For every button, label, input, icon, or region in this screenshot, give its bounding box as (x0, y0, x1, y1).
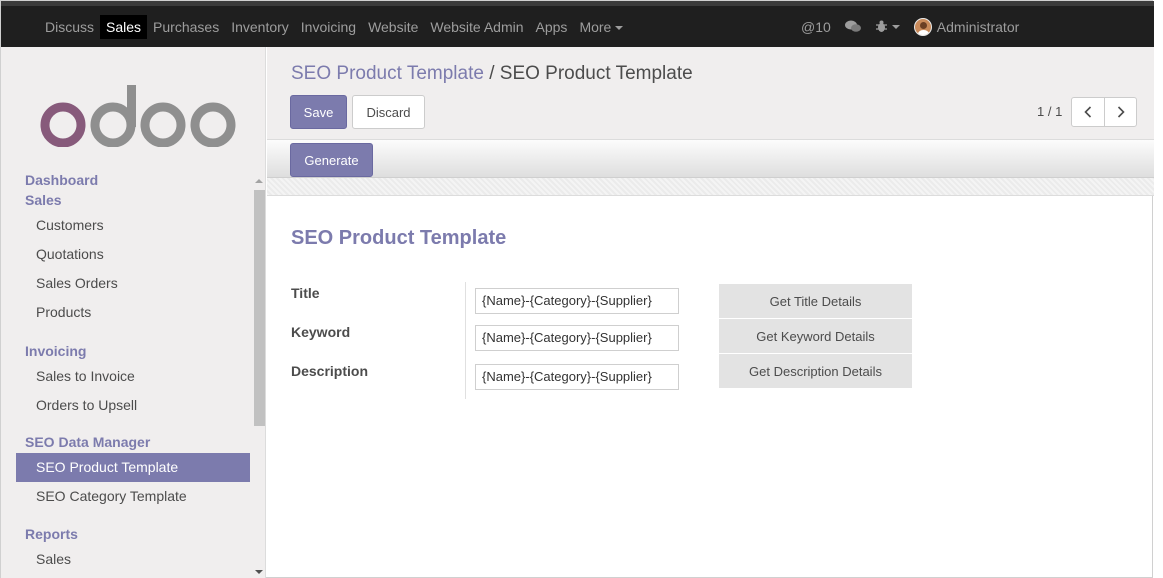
sidebar-scrollbar[interactable] (252, 174, 265, 578)
app-window: Discuss Sales Purchases Inventory Invoic… (0, 0, 1154, 578)
breadcrumb-current: SEO Product Template (499, 63, 693, 84)
keyword-label: Keyword (291, 324, 351, 340)
sidebar-head-reports[interactable]: Reports (1, 526, 251, 542)
generate-button[interactable]: Generate (290, 143, 373, 177)
get-keyword-details-button[interactable]: Get Keyword Details (719, 319, 912, 353)
sheet-background (267, 178, 1154, 196)
keyword-field[interactable]: {Name}-{Category}-{Supplier} (475, 325, 679, 351)
menu-inventory[interactable]: Inventory (225, 15, 295, 39)
chevron-down-icon (615, 25, 624, 30)
chevron-left-icon (1084, 106, 1092, 118)
sidebar-head-sales[interactable]: Sales (1, 192, 251, 208)
sidebar-head-invoicing[interactable]: Invoicing (1, 343, 251, 359)
chevron-down-icon (891, 24, 900, 29)
sidebar-item-seo-product-template[interactable]: SEO Product Template (16, 453, 250, 482)
sidebar-item-orders-to-upsell[interactable]: Orders to Upsell (1, 391, 251, 420)
pager-next-button[interactable] (1104, 98, 1136, 126)
debug-bug-icon[interactable] (875, 20, 900, 33)
sidebar-item-seo-category-template[interactable]: SEO Category Template (1, 482, 251, 511)
get-title-details-button[interactable]: Get Title Details (719, 284, 912, 318)
menu-more-label: More (579, 18, 612, 35)
form-title: SEO Product Template (291, 227, 507, 249)
description-label: Description (291, 363, 369, 379)
menu-website-admin[interactable]: Website Admin (424, 15, 529, 39)
user-menu[interactable]: Administrator (913, 17, 1020, 36)
menu-group-sales: Sales Customers Quotations Sales Orders … (1, 192, 251, 327)
menu-purchases[interactable]: Purchases (147, 15, 225, 39)
menu-apps[interactable]: Apps (530, 15, 574, 39)
menu-discuss[interactable]: Discuss (39, 15, 100, 39)
form-separator (465, 282, 466, 399)
description-field[interactable]: {Name}-{Category}-{Supplier} (475, 364, 679, 390)
menu-invoicing[interactable]: Invoicing (295, 15, 362, 39)
sidebar-item-quotations[interactable]: Quotations (1, 240, 251, 269)
user-name: Administrator (936, 18, 1020, 35)
notifications-counter[interactable]: @10 (801, 19, 831, 35)
menu-group-invoicing: Invoicing Sales to Invoice Orders to Ups… (1, 343, 251, 420)
scroll-down-icon[interactable] (255, 570, 263, 574)
pager-value: 1 / 1 (1037, 104, 1063, 119)
menu-more[interactable]: More (573, 15, 629, 39)
scroll-up-icon[interactable] (255, 179, 263, 183)
sidebar-item-sales-orders[interactable]: Sales Orders (1, 269, 251, 298)
menu-group-reports: Reports Sales (1, 526, 251, 574)
title-label: Title (291, 285, 320, 301)
app-menu: Discuss Sales Purchases Inventory Invoic… (1, 6, 629, 47)
save-button[interactable]: Save (290, 95, 347, 129)
sidebar-item-customers[interactable]: Customers (1, 211, 251, 240)
discard-button[interactable]: Discard (352, 95, 425, 129)
scrollbar-thumb[interactable] (254, 190, 265, 426)
title-field[interactable]: {Name}-{Category}-{Supplier} (475, 288, 679, 314)
sidebar-item-reports-sales[interactable]: Sales (1, 545, 251, 574)
sidebar: Dashboard Sales Customers Quotations Sal… (1, 47, 266, 578)
sidebar-head-seo-data-manager[interactable]: SEO Data Manager (1, 434, 251, 450)
get-description-details-button[interactable]: Get Description Details (719, 354, 912, 388)
chevron-right-icon (1117, 106, 1125, 118)
menu-website[interactable]: Website (362, 15, 424, 39)
sidebar-item-products[interactable]: Products (1, 298, 251, 327)
sidebar-head-dashboard[interactable]: Dashboard (1, 172, 251, 188)
form-statusbar: Generate (267, 140, 1154, 178)
systray: @10 Administrator (801, 6, 1033, 47)
odoo-logo (40, 85, 236, 147)
breadcrumb-separator: / (489, 63, 495, 84)
breadcrumb: SEO Product Template / SEO Product Templ… (291, 63, 693, 85)
pager-previous-button[interactable] (1072, 98, 1104, 126)
pager-buttons (1071, 97, 1137, 127)
chat-icon[interactable] (844, 20, 861, 33)
menu-group-seo-data-manager: SEO Data Manager SEO Product Template SE… (1, 434, 251, 511)
top-navbar: Discuss Sales Purchases Inventory Invoic… (1, 1, 1154, 47)
control-panel: SEO Product Template / SEO Product Templ… (267, 47, 1154, 140)
menu-group-dashboard: Dashboard (1, 172, 251, 188)
breadcrumb-parent[interactable]: SEO Product Template (291, 63, 484, 84)
menu-sales[interactable]: Sales (100, 14, 148, 39)
sidebar-item-sales-to-invoice[interactable]: Sales to Invoice (1, 362, 251, 391)
avatar (913, 17, 932, 36)
